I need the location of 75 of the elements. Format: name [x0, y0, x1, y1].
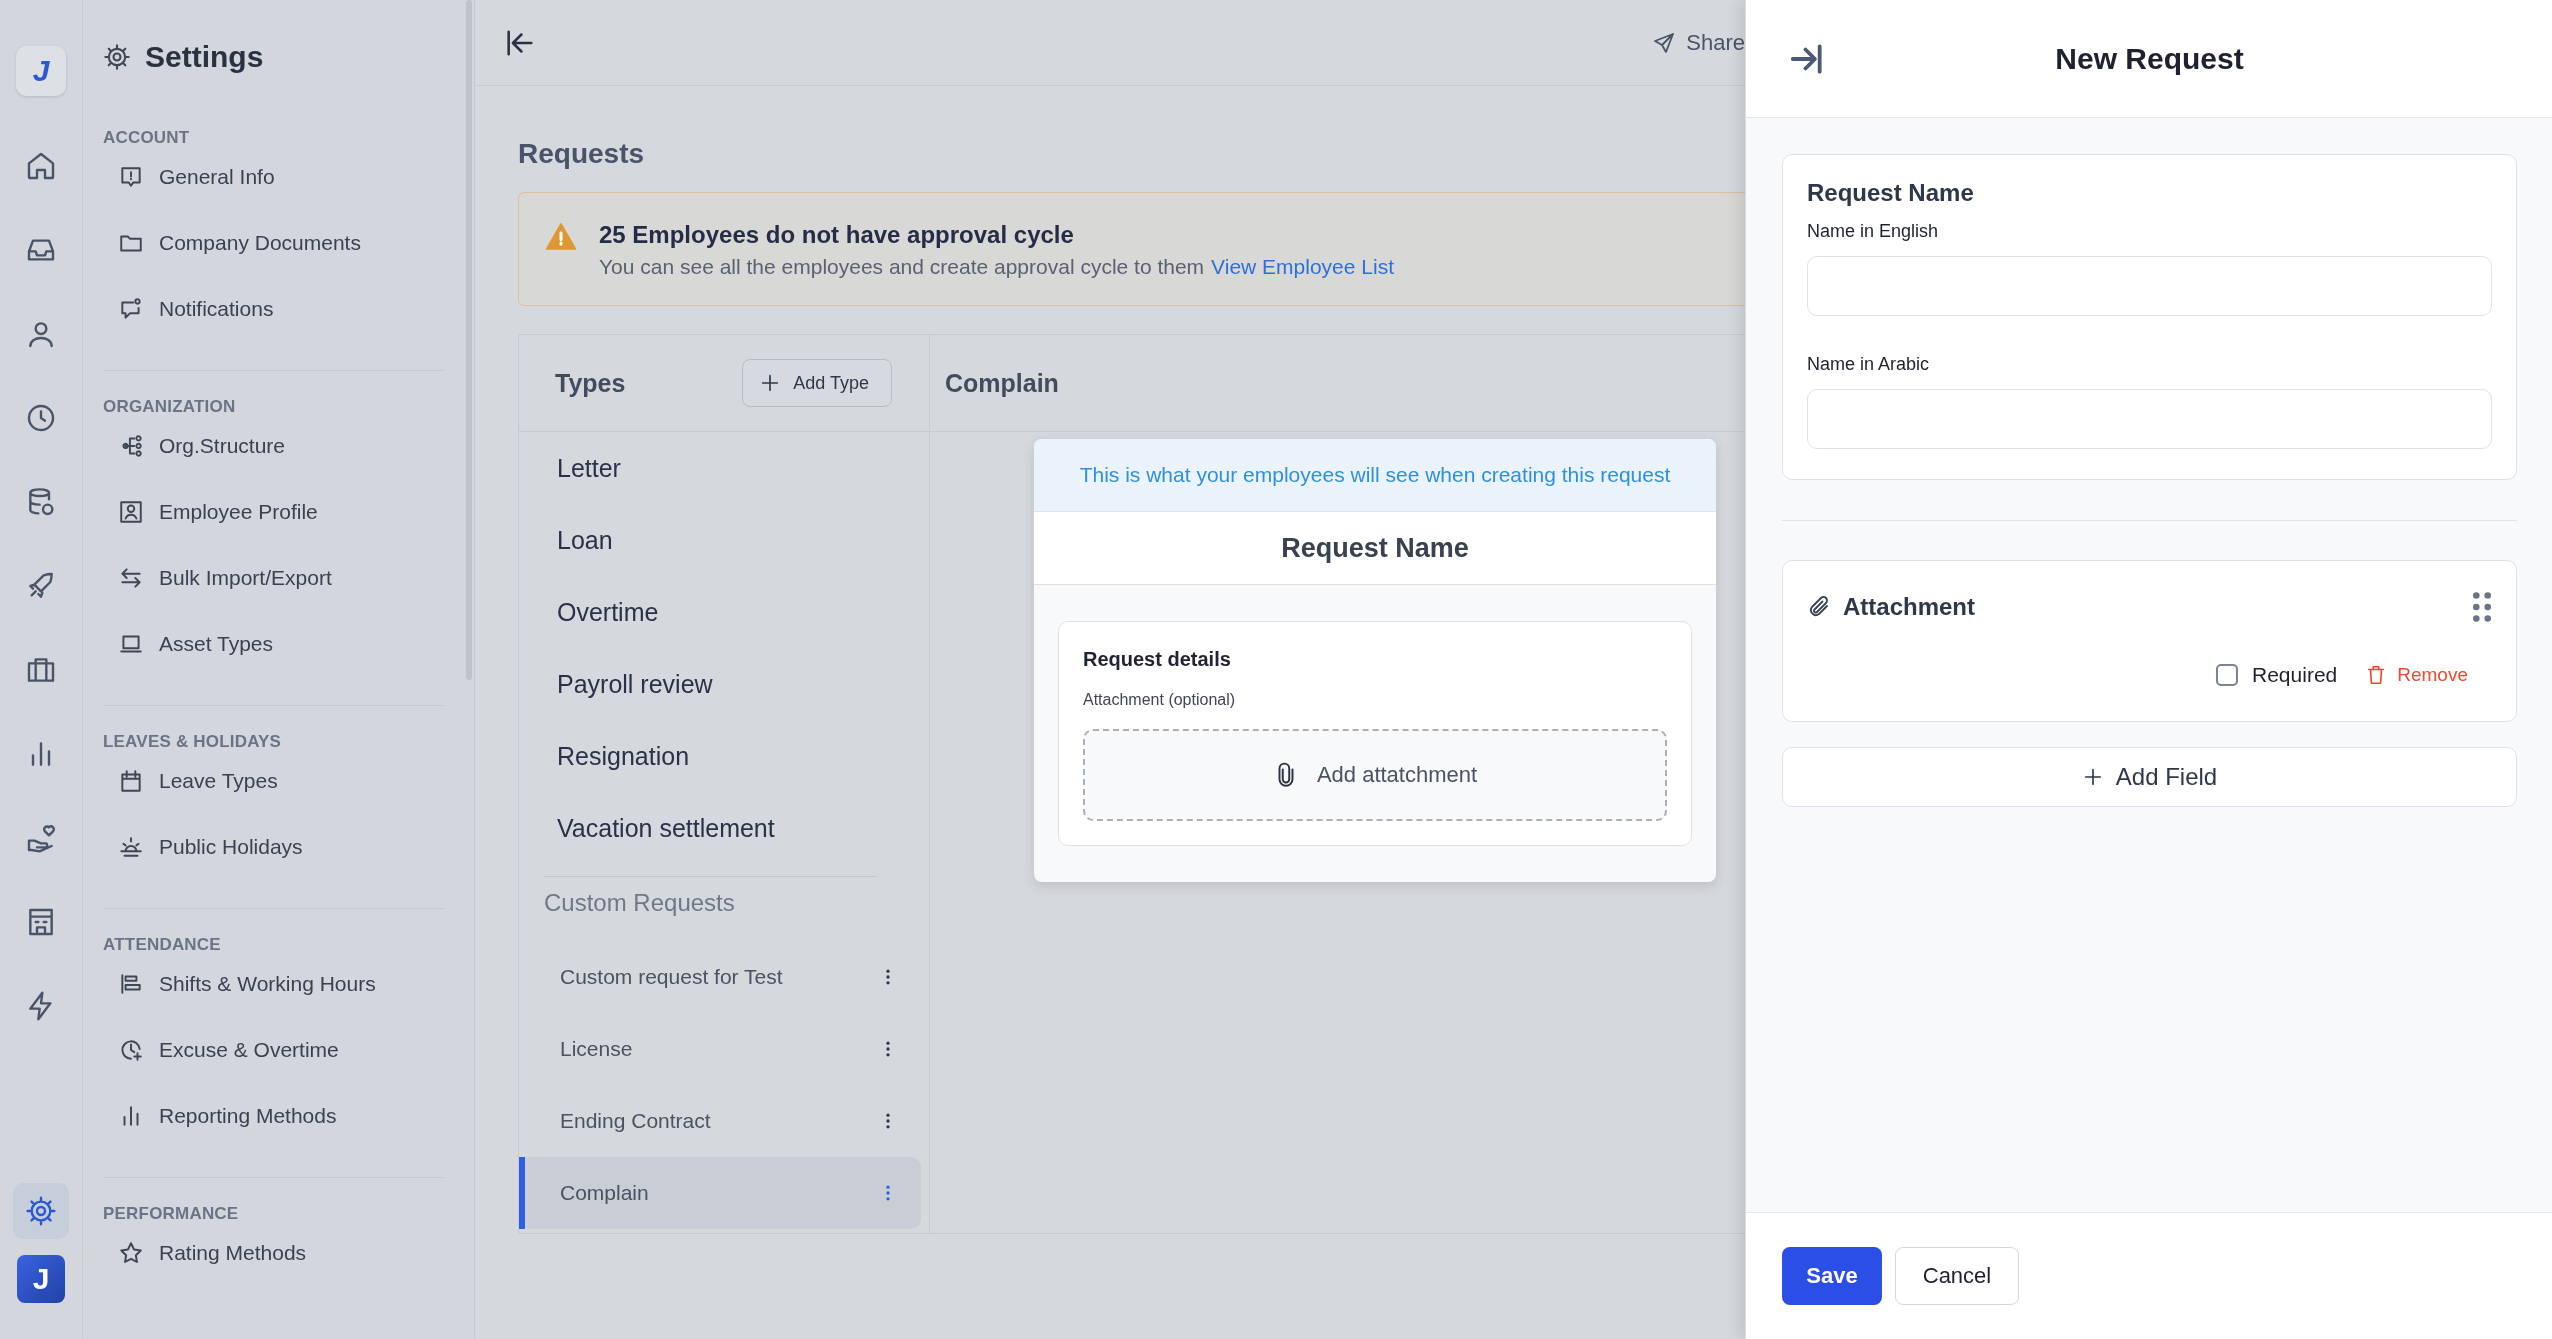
detail-title: Complain	[945, 368, 1059, 398]
sidebar-item[interactable]: Rating Methods	[159, 1241, 307, 1265]
custom-request-item[interactable]: Complain	[519, 1157, 921, 1229]
clock-plus-icon	[118, 1037, 144, 1063]
type-item[interactable]: Vacation settlement	[544, 792, 877, 864]
calendar-icon	[118, 768, 144, 794]
more-icon[interactable]	[885, 967, 891, 987]
add-type-button[interactable]: Add Type	[742, 359, 892, 407]
panel-title: New Request	[2055, 41, 2244, 76]
field-label: Name in English	[1807, 221, 1940, 242]
text-field[interactable]	[1807, 389, 2492, 449]
add-field-button[interactable]: Add Field	[1782, 747, 2517, 807]
avatar[interactable]: J	[17, 1255, 65, 1303]
sidebar-item[interactable]: Excuse & Overtime	[159, 1038, 339, 1062]
sidebar-item[interactable]: Leave Types	[159, 769, 278, 793]
type-item[interactable]: Overtime	[544, 576, 877, 648]
star-icon	[118, 1240, 144, 1266]
type-item[interactable]: Resignation	[544, 720, 877, 792]
cancel-button[interactable]: Cancel	[1895, 1247, 2019, 1305]
id-card-icon	[118, 499, 144, 525]
info-icon	[118, 164, 144, 190]
type-item[interactable]: Letter	[544, 432, 877, 504]
warning-icon	[545, 221, 577, 253]
bell-chat-icon	[118, 296, 144, 322]
banner-text: You can see all the employees and create approval cycle to them	[599, 255, 1205, 279]
sidebar-item[interactable]: Shifts & Working Hours	[159, 972, 376, 996]
sidebar-item[interactable]: General Info	[159, 165, 275, 189]
remove-button[interactable]: Remove	[2365, 664, 2468, 686]
card-title: Request Name	[1807, 179, 1975, 207]
sidebar-item[interactable]: Asset Types	[159, 632, 273, 656]
banner-title: 25 Employees do not have approval cycle	[599, 221, 1075, 249]
sidebar-item[interactable]: Reporting Methods	[159, 1104, 337, 1128]
arrows-icon	[118, 565, 144, 591]
sidebar-item[interactable]: Notifications	[159, 297, 274, 321]
page-title: Requests	[518, 138, 646, 170]
more-icon[interactable]	[885, 1039, 891, 1059]
text-field[interactable]	[1807, 256, 2492, 316]
section-heading: LEAVES & HOLIDAYS	[103, 731, 283, 753]
section-heading: ATTENDANCE	[103, 934, 222, 956]
custom-request-item[interactable]: Custom request for Test	[519, 941, 921, 1013]
attachment-dropzone[interactable]: Add attatchment	[1083, 729, 1667, 821]
sidebar-item[interactable]: Org.Structure	[159, 434, 286, 458]
app-logo[interactable]: J	[16, 46, 66, 96]
preview-title: Request Name	[1034, 511, 1716, 585]
preview-note: This is what your employees will see when creating this request	[1034, 439, 1716, 511]
types-title: Types	[555, 368, 626, 398]
sidebar-item[interactable]: Employee Profile	[159, 500, 318, 524]
custom-request-item[interactable]: Ending Contract	[519, 1085, 921, 1157]
custom-requests-heading: Custom Requests	[543, 888, 736, 918]
share-link[interactable]: Share	[1686, 29, 1745, 56]
sidebar-item[interactable]: Public Holidays	[159, 835, 303, 859]
field-label: Name in Arabic	[1807, 354, 1931, 375]
field-label: Attachment (optional)	[1083, 691, 1237, 709]
section-heading: ACCOUNT	[103, 127, 191, 149]
settings-icon[interactable]	[13, 1183, 69, 1239]
more-icon[interactable]	[885, 1183, 891, 1203]
sidebar-item[interactable]: Bulk Import/Export	[159, 566, 332, 590]
sidebar-title: Settings	[145, 40, 264, 74]
paperclip-icon	[1807, 595, 1831, 619]
sidebar-item[interactable]: Company Documents	[159, 231, 361, 255]
settings-icon	[103, 43, 131, 71]
attachment-title: Attachment	[1843, 593, 1976, 621]
type-item[interactable]: Payroll review	[544, 648, 877, 720]
required-label: Required	[2252, 663, 2338, 687]
required-checkbox[interactable]	[2216, 664, 2238, 686]
bars-icon	[118, 971, 144, 997]
type-item[interactable]: Loan	[544, 504, 877, 576]
send-icon	[1652, 30, 1677, 55]
more-icon[interactable]	[885, 1111, 891, 1131]
section-heading: ORGANIZATION	[103, 396, 237, 418]
custom-request-item[interactable]: License	[519, 1013, 921, 1085]
section-title: Request details	[1083, 648, 1232, 671]
section-heading: PERFORMANCE	[103, 1203, 240, 1225]
drag-handle-icon[interactable]	[2472, 591, 2492, 623]
save-button[interactable]: Save	[1782, 1247, 1882, 1305]
